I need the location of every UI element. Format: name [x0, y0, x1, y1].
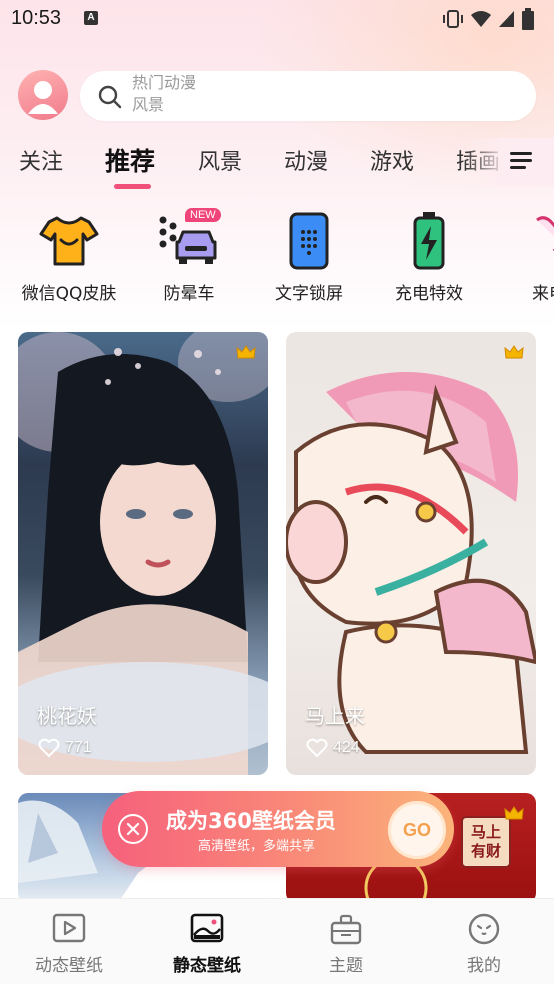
search-icon [98, 85, 122, 109]
heart-icon [306, 738, 328, 758]
card-art-text: 马上有财 [470, 823, 501, 860]
tshirt-icon [39, 216, 99, 266]
like-count[interactable]: 771 [38, 738, 92, 758]
avatar[interactable] [18, 70, 68, 120]
nav-profile[interactable]: 我的 [415, 899, 553, 984]
close-icon [126, 822, 140, 836]
vip-promo-banner[interactable]: 成为360壁纸会员 高清壁纸，多端共享 GO [102, 791, 454, 867]
status-icons [442, 8, 534, 30]
profile-face-icon [468, 913, 500, 945]
search-placeholder: 热门动漫 风景 [132, 71, 196, 121]
shortcut-label: 防晕车 [163, 284, 215, 304]
close-button[interactable] [118, 814, 148, 844]
image-icon [190, 913, 224, 943]
heart-icon [38, 738, 60, 758]
nav-label: 静态壁纸 [173, 956, 241, 976]
tab-recommend[interactable]: 推荐 [105, 142, 155, 178]
signal-icon [499, 11, 514, 27]
nav-label: 主题 [329, 956, 363, 976]
nav-theme[interactable]: 主题 [277, 899, 415, 984]
category-tabs: 关注 推荐 风景 动漫 游戏 插画 [0, 138, 554, 194]
search-placeholder-line2: 风景 [132, 95, 165, 114]
like-count-value: 771 [65, 739, 92, 756]
promo-title: 成为360壁纸会员 [166, 809, 336, 833]
nav-label: 我的 [467, 956, 501, 976]
bottom-navigation: 动态壁纸 静态壁纸 主题 我的 [0, 898, 554, 984]
play-icon [52, 913, 86, 943]
tab-follow[interactable]: 关注 [19, 144, 63, 176]
card-title: 马上来 [305, 704, 365, 728]
search-input[interactable]: 热门动漫 风景 [80, 71, 536, 121]
wifi-icon [471, 11, 491, 27]
tab-fade [464, 138, 554, 186]
text-lock-icon [289, 212, 329, 270]
tab-anime[interactable]: 动漫 [284, 144, 328, 176]
menu-icon[interactable] [510, 150, 532, 170]
tab-games[interactable]: 游戏 [370, 144, 414, 176]
status-time: 10:53 [11, 7, 62, 29]
shortcut-label: 来电 [532, 284, 554, 304]
wallpaper-card[interactable]: 桃花妖 771 [18, 332, 268, 775]
theme-icon [330, 914, 362, 945]
search-placeholder-line1: 热门动漫 [132, 73, 197, 92]
tab-scenery[interactable]: 风景 [198, 144, 242, 176]
wallpaper-card[interactable]: 马上来 424 [286, 332, 536, 775]
promo-subtitle: 高清壁纸，多端共享 [198, 839, 316, 854]
premium-crown-icon [504, 345, 524, 359]
shortcut-label: 充电特效 [395, 284, 463, 304]
battery-charging-icon [413, 212, 445, 270]
shortcut-label: 文字锁屏 [275, 284, 343, 304]
user-icon [28, 81, 58, 114]
card-title: 桃花妖 [37, 704, 97, 728]
shortcut-label: 微信QQ皮肤 [21, 284, 117, 304]
notification-icon: A [84, 11, 98, 25]
vibrate-icon [443, 10, 463, 28]
nav-label: 动态壁纸 [35, 956, 103, 976]
status-bar: 10:53 A [0, 0, 554, 40]
active-tab-indicator [114, 184, 151, 189]
premium-crown-icon [504, 806, 524, 820]
like-count[interactable]: 424 [306, 738, 360, 758]
shortcut-row: 微信QQ皮肤 防晕车 NEW 文字锁屏 充电特效 来 [0, 206, 554, 306]
go-button[interactable]: GO [388, 801, 446, 859]
like-count-value: 424 [333, 739, 360, 756]
nav-static-wallpaper[interactable]: 静态壁纸 [138, 899, 276, 984]
new-badge: NEW [185, 208, 221, 222]
nav-dynamic-wallpaper[interactable]: 动态壁纸 [0, 899, 138, 984]
phone-icon [536, 216, 554, 252]
premium-crown-icon [236, 345, 256, 359]
battery-icon [522, 8, 534, 30]
